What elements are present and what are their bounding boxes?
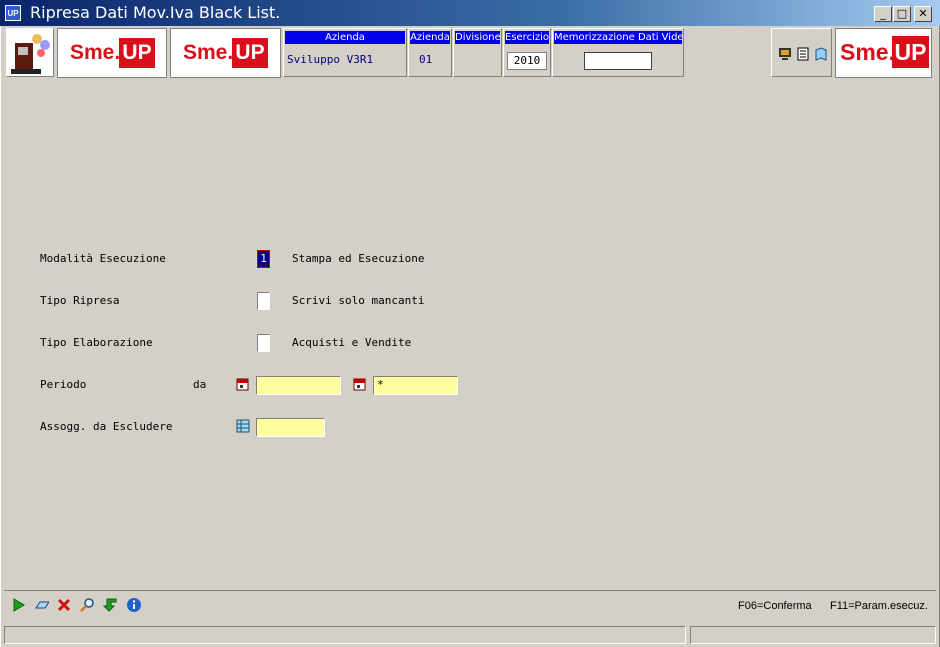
- tipo-ripresa-input[interactable]: [257, 292, 270, 310]
- esercizio-field[interactable]: 2010: [507, 52, 547, 70]
- divisione-label: Divisione: [455, 31, 500, 44]
- app-launcher-icon[interactable]: [6, 28, 54, 77]
- tipo-elab-label: Tipo Elaborazione: [40, 336, 153, 349]
- periodo-da-label: da: [193, 378, 207, 391]
- assogg-label: Assogg. da Escludere: [40, 420, 173, 433]
- info-icon[interactable]: [126, 596, 142, 614]
- modalita-input[interactable]: 1: [257, 250, 270, 268]
- monitor-icon[interactable]: [778, 47, 792, 61]
- document-icon[interactable]: [796, 47, 810, 61]
- periodo-label: Periodo: [40, 378, 87, 391]
- search-icon[interactable]: [79, 596, 95, 614]
- title-bar: UP Ripresa Dati Mov.Iva Black List. _ □ …: [0, 0, 940, 26]
- modalita-label: Modalità Esecuzione: [40, 252, 166, 265]
- app-icon: UP: [5, 5, 21, 21]
- minimize-button[interactable]: _: [874, 6, 892, 22]
- assogg-field[interactable]: [256, 418, 325, 437]
- tipo-ripresa-label: Tipo Ripresa: [40, 294, 120, 307]
- azienda-code-label: Azienda: [410, 31, 450, 44]
- smeup-logo-1: Sme. UP: [57, 28, 167, 78]
- play-icon[interactable]: [11, 596, 27, 614]
- smeup-logo-2: Sme. UP: [170, 28, 281, 78]
- memorizzazione-label: Memorizzazione Dati Video: [554, 31, 682, 44]
- periodo-da-field[interactable]: [256, 376, 341, 395]
- f06-key[interactable]: F06=Conferma: [738, 600, 812, 612]
- f11-key[interactable]: F11=Param.esecuz.: [830, 600, 928, 612]
- status-panel-2: [690, 626, 936, 644]
- cancel-icon[interactable]: [56, 596, 72, 614]
- tipo-ripresa-desc: Scrivi solo mancanti: [292, 294, 425, 307]
- maximize-button[interactable]: □: [893, 6, 911, 22]
- divider: [4, 590, 936, 591]
- window-title: Ripresa Dati Mov.Iva Black List.: [30, 3, 281, 22]
- azienda-value: Sviluppo V3R1: [287, 53, 374, 66]
- modalita-desc: Stampa ed Esecuzione: [292, 252, 425, 265]
- smeup-logo-3: Sme. UP: [835, 28, 932, 78]
- tools-box: [771, 28, 832, 77]
- memorizzazione-field[interactable]: [584, 52, 652, 70]
- robot-icon: [11, 34, 50, 74]
- book-icon[interactable]: [814, 47, 828, 61]
- azienda-label: Azienda: [285, 31, 405, 44]
- eraser-icon[interactable]: [33, 596, 49, 614]
- calendar-icon[interactable]: [236, 377, 250, 391]
- azienda-code-value: 01: [419, 53, 433, 66]
- esercizio-label: Esercizio: [505, 31, 549, 44]
- calendar-icon[interactable]: [353, 377, 367, 391]
- list-lookup-icon[interactable]: [236, 419, 250, 433]
- close-button[interactable]: ✕: [914, 6, 932, 22]
- tipo-elab-input[interactable]: [257, 334, 270, 352]
- tipo-elab-desc: Acquisti e Vendite: [292, 336, 412, 349]
- refresh-icon[interactable]: [103, 596, 119, 614]
- periodo-a-field[interactable]: *: [373, 376, 458, 395]
- status-panel-1: [4, 626, 686, 644]
